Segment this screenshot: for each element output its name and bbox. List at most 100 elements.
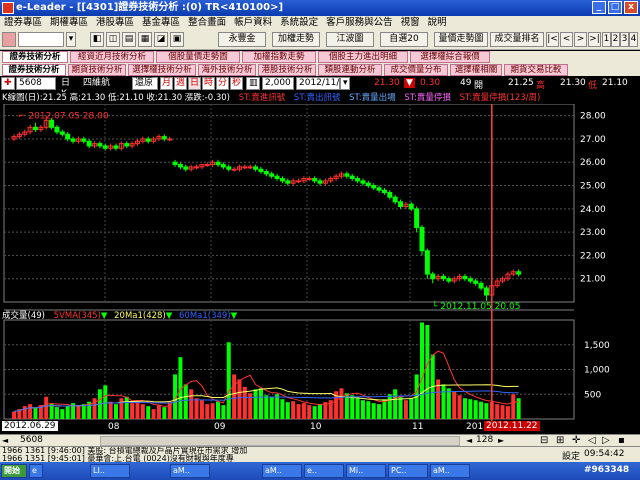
red-tool-icon[interactable]	[2, 32, 16, 47]
candle-body	[274, 175, 280, 180]
tab-securities-analysis[interactable]: 證券技術分析	[2, 51, 68, 63]
taskbar-item[interactable]: aM..	[430, 464, 470, 478]
taskbar-item[interactable]: aM..	[170, 464, 210, 478]
taskbar-item[interactable]: Mi..	[346, 464, 386, 478]
volume-bar	[258, 388, 263, 419]
taskbar-item[interactable]: PC..	[388, 464, 428, 478]
period-second-button[interactable]: 秒	[230, 77, 243, 90]
tab-recent-analysis[interactable]: 經資近月技術分析	[70, 51, 154, 63]
cursor-left-icon[interactable]: ◁	[588, 435, 596, 446]
menu-item-settings[interactable]: 系統設定	[276, 16, 322, 30]
menu-item-futures[interactable]: 期權專區	[46, 16, 92, 30]
menu-item-securities[interactable]: 證券專區	[0, 16, 46, 30]
layout-3-button[interactable]: 3	[620, 32, 629, 47]
layout-2-button[interactable]: 2	[611, 32, 620, 47]
tab-sector-link[interactable]: 類股連動分析	[318, 64, 382, 76]
tool-icon[interactable]: ◧	[90, 32, 104, 47]
settings-small-icon[interactable]: ▪	[618, 435, 625, 446]
tab-index-trend[interactable]: 加權指數走勢	[242, 51, 316, 63]
nav-next-button[interactable]: >	[574, 32, 587, 47]
layout-1-button[interactable]: 1	[602, 32, 611, 47]
date-dropdown-arrow-icon[interactable]: ▾	[340, 77, 350, 90]
menu-item-hk-stocks[interactable]: 港股專區	[92, 16, 138, 30]
restore-button[interactable]: 還原	[132, 77, 158, 90]
crosshair-icon[interactable]: ✛	[572, 435, 580, 446]
start-button[interactable]: 開始	[1, 464, 27, 478]
tool-icon[interactable]: ▤	[122, 32, 136, 47]
scroll-right-arrow-icon[interactable]: ►	[498, 436, 504, 445]
volume-bar	[441, 384, 446, 419]
period-minute-button[interactable]: 分	[216, 77, 229, 90]
tab-price-volume[interactable]: 個股量價走勢圖	[156, 51, 240, 63]
toolbar-button-sinopac[interactable]: 永豐金	[218, 32, 266, 47]
volume-bar	[146, 406, 151, 419]
tab-options-ta[interactable]: 選擇權技術分析	[128, 64, 196, 76]
tool-icon[interactable]: ▣	[170, 32, 184, 47]
volume-bar	[140, 404, 145, 419]
tool-icon[interactable]: ◫	[106, 32, 120, 47]
count-icon[interactable]: ▥	[246, 77, 260, 90]
layout-4-button[interactable]: 4	[629, 32, 638, 47]
tab-main-force[interactable]: 個股主力進出明細	[318, 51, 408, 63]
menu-item-account[interactable]: 帳戶資料	[230, 16, 276, 30]
red-cross-icon[interactable]: ✚	[1, 77, 15, 90]
date-input[interactable]: 2012/11/29	[296, 77, 351, 90]
scroll-track[interactable]	[100, 436, 460, 446]
toolbar-button-volume-rank[interactable]: 成交量排名	[490, 32, 544, 47]
tab-overseas-ta[interactable]: 海外技術分析	[198, 64, 256, 76]
tab-volume-distribution[interactable]: 成交價量分布	[384, 64, 448, 76]
period-month-button[interactable]: 月	[160, 77, 173, 90]
count-input[interactable]: 2,000	[262, 77, 294, 90]
taskbar-item[interactable]: e..	[304, 464, 344, 478]
minimize-button[interactable]: _	[592, 1, 606, 14]
menu-item-help[interactable]: 說明	[424, 16, 451, 30]
menu-item-integrated[interactable]: 整合畫面	[184, 16, 230, 30]
close-button[interactable]: x	[624, 1, 638, 14]
toolbar-dropdown-arrow-icon[interactable]: ▾	[66, 32, 76, 47]
tool-icon[interactable]: ◪	[154, 32, 168, 47]
tab-row-secondary: 證券技術分析 期貨技術分析 選擇權技術分析 海外技術分析 港股技術分析 類股連動…	[0, 64, 640, 76]
toolbar-dropdown[interactable]	[18, 32, 64, 47]
scroll-left-arrow-icon[interactable]: ◄	[466, 436, 472, 445]
nav-last-button[interactable]: >|	[588, 32, 601, 47]
taskbar-item[interactable]: e	[29, 464, 43, 478]
toolbar-button-watchlist[interactable]: 自選20	[380, 32, 428, 47]
tab-futures-compare[interactable]: 期貨交易比較	[504, 64, 568, 76]
settings-label[interactable]: 設定	[562, 449, 580, 462]
quote-low-label: 低	[588, 81, 598, 91]
candle-body	[161, 136, 167, 140]
taskbar-item[interactable]: aM..	[262, 464, 302, 478]
nav-first-button[interactable]: |<	[546, 32, 559, 47]
tab-options-related[interactable]: 選擇權相關	[450, 64, 502, 76]
chart-scrollbar[interactable]: ◄ 5608 ◄ 128 ► ⊟ ⊞ ✛ ◁ ▷ ▪	[0, 434, 640, 446]
toolbar-button-wave[interactable]: 江波圖	[326, 32, 374, 47]
menu-item-service[interactable]: 客戶服務與公告	[322, 16, 397, 30]
taskbar-item[interactable]: LI..	[90, 464, 130, 478]
price-volume-chart[interactable]: 21.00 22.00 23.00 24.00 25.00 26.00 27.00 28.00…	[0, 104, 640, 421]
candle-body	[258, 168, 264, 173]
tab-securities-ta[interactable]: 證券技術分析	[2, 64, 66, 76]
toolbar-button-price-volume[interactable]: 量價走勢圖	[434, 32, 488, 47]
tab-futures-ta[interactable]: 期貨技術分析	[68, 64, 126, 76]
menu-item-funds[interactable]: 基金專區	[138, 16, 184, 30]
news-ticker[interactable]: 1966 1361 [9:46:00] 美股: 台積電總裁及戶晶片實現在市需求 …	[2, 447, 402, 463]
scroll-left-icon[interactable]: ◄	[2, 436, 8, 445]
tab-hk-ta[interactable]: 港股技術分析	[258, 64, 316, 76]
price-tick-label: 24.00	[580, 205, 606, 215]
tab-options-quote[interactable]: 選擇權綜合報價	[410, 51, 490, 63]
menu-item-window[interactable]: 視窗	[397, 16, 424, 30]
maximize-button[interactable]: □	[608, 1, 622, 14]
zoom-in-icon[interactable]: ⊞	[556, 435, 564, 446]
volume-bar	[420, 322, 424, 419]
period-hour-button[interactable]: 時	[202, 77, 215, 90]
nav-prev-button[interactable]: <	[560, 32, 573, 47]
volume-bar	[28, 404, 33, 419]
cursor-right-icon[interactable]: ▷	[602, 435, 610, 446]
signal-label-exit: ST:賣量出場	[349, 93, 396, 103]
zoom-out-icon[interactable]: ⊟	[540, 435, 548, 446]
symbol-input[interactable]: 5608	[16, 77, 56, 90]
toolbar-button-index-trend[interactable]: 加權走勢	[272, 32, 320, 47]
tool-icon[interactable]: ▦	[138, 32, 152, 47]
period-week-button[interactable]: 週	[174, 77, 187, 90]
period-day-button[interactable]: 日	[188, 77, 201, 90]
